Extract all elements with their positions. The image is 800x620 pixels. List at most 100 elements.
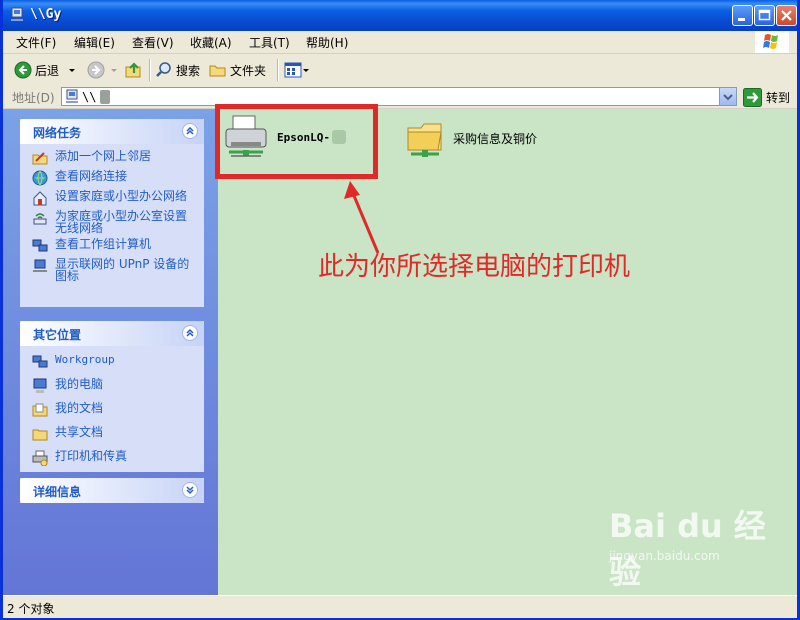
- maximize-icon: [758, 9, 771, 21]
- standard-toolbar: 后退 搜索 文件夹: [3, 54, 797, 87]
- back-dropdown-icon[interactable]: [67, 65, 77, 75]
- expand-button[interactable]: [182, 482, 198, 498]
- address-dropdown-button[interactable]: [719, 88, 736, 105]
- double-chevron-up-icon: [186, 126, 194, 135]
- wireless-network-icon: [33, 213, 47, 225]
- details-header[interactable]: 详细信息: [20, 478, 204, 503]
- forward-dropdown-icon[interactable]: [109, 65, 119, 75]
- shared-documents-icon: [32, 429, 48, 441]
- shared-folder-item[interactable]: 采购信息及铜价: [405, 114, 537, 162]
- title-bar[interactable]: \\Gy: [3, 0, 797, 31]
- menu-file[interactable]: 文件(F): [16, 34, 56, 51]
- highlight-box: [215, 104, 378, 179]
- redacted-mark: [100, 90, 110, 104]
- search-button[interactable]: 搜索: [155, 59, 200, 81]
- collapse-button[interactable]: [182, 123, 198, 139]
- task-pane: 网络任务 添加一个网上邻居 查看网络连接 设置家庭或小型办公网络 为家庭或小型办…: [3, 109, 218, 595]
- menu-favorites[interactable]: 收藏(A): [190, 34, 232, 51]
- double-chevron-down-icon: [186, 486, 194, 495]
- address-input[interactable]: \\: [61, 87, 737, 106]
- place-shared-documents[interactable]: 共享文档: [32, 426, 196, 442]
- workgroup-computers-icon: [32, 239, 48, 252]
- close-icon: [781, 10, 792, 21]
- address-label: 地址(D): [12, 91, 55, 105]
- place-label: 共享文档: [55, 425, 104, 439]
- place-label: Workgroup: [55, 353, 115, 366]
- folders-button[interactable]: 文件夹: [209, 59, 266, 81]
- details-title: 详细信息: [33, 485, 82, 499]
- place-my-computer[interactable]: 我的电脑: [32, 378, 196, 394]
- task-wireless-network[interactable]: 为家庭或小型办公室设置无线网络: [32, 210, 196, 234]
- close-button[interactable]: [776, 5, 797, 26]
- forward-arrow-icon: [87, 61, 105, 79]
- content-area: 网络任务 添加一个网上邻居 查看网络连接 设置家庭或小型办公网络 为家庭或小型办…: [3, 104, 797, 595]
- folder-icon: [209, 65, 226, 77]
- other-places-header[interactable]: 其它位置: [20, 321, 204, 346]
- place-printers-faxes[interactable]: 打印机和传真: [32, 450, 196, 466]
- go-label: 转到: [766, 90, 791, 105]
- up-folder-button[interactable]: [125, 59, 143, 81]
- views-dropdown-icon: [303, 69, 309, 72]
- go-arrow-icon: [743, 87, 762, 107]
- maximize-button[interactable]: [754, 5, 775, 26]
- back-button[interactable]: 后退: [14, 59, 77, 81]
- task-label: 查看工作组计算机: [55, 237, 152, 251]
- place-label: 打印机和传真: [55, 449, 128, 463]
- network-tasks-panel: 网络任务 添加一个网上邻居 查看网络连接 设置家庭或小型办公网络 为家庭或小型办…: [20, 119, 204, 307]
- status-text: 2 个对象: [7, 602, 55, 616]
- menu-view[interactable]: 查看(V): [132, 34, 174, 51]
- task-label: 显示联网的 UPnP 设备的图标: [55, 257, 190, 283]
- collapse-button[interactable]: [182, 325, 198, 341]
- menu-tools[interactable]: 工具(T): [249, 34, 290, 51]
- workgroup-icon: [32, 355, 48, 368]
- watermark: Bai du 经验 jingyan.baidu.com: [609, 501, 789, 591]
- other-places-title: 其它位置: [33, 328, 82, 342]
- task-show-upnp-devices[interactable]: 显示联网的 UPnP 设备的图标: [32, 258, 196, 282]
- network-connections-icon: [32, 170, 48, 186]
- annotation-arrow: [344, 181, 380, 254]
- place-workgroup[interactable]: Workgroup: [32, 354, 196, 370]
- up-folder-icon: [125, 62, 141, 78]
- place-label: 我的电脑: [55, 377, 104, 391]
- explorer-window: \\Gy 文件(F) 编辑(E) 查看(V) 收藏(A) 工具(T) 帮助(H): [0, 0, 800, 620]
- file-list-pane: EpsonLQ- 采购信息及铜价 此为你所选择电脑的打印机 Bai du 经验 …: [215, 104, 797, 595]
- folders-label: 文件夹: [230, 63, 267, 78]
- network-drive-icon: [11, 7, 23, 21]
- task-label: 设置家庭或小型办公网络: [55, 189, 188, 203]
- double-chevron-up-icon: [186, 328, 194, 337]
- window-title: \\Gy: [30, 7, 62, 22]
- minimize-button[interactable]: [732, 5, 753, 26]
- status-bar: 2 个对象: [3, 595, 797, 618]
- task-add-network-place[interactable]: 添加一个网上邻居: [32, 150, 196, 166]
- forward-button[interactable]: [87, 59, 119, 81]
- menu-edit[interactable]: 编辑(E): [74, 34, 115, 51]
- menu-help[interactable]: 帮助(H): [306, 34, 348, 51]
- search-label: 搜索: [176, 63, 201, 78]
- watermark-url: jingyan.baidu.com: [609, 549, 720, 563]
- my-computer-icon: [33, 378, 47, 393]
- home-network-setup-icon: [33, 191, 47, 206]
- shared-folder-label: 采购信息及铜价: [453, 131, 538, 146]
- windows-logo-icon: [755, 31, 789, 53]
- task-label: 为家庭或小型办公室设置无线网络: [55, 209, 188, 235]
- back-label: 后退: [35, 63, 60, 78]
- task-view-workgroup-computers[interactable]: 查看工作组计算机: [32, 238, 196, 254]
- annotation-text: 此为你所选择电脑的打印机: [318, 252, 631, 282]
- other-places-panel: 其它位置 Workgroup 我的电脑 我的文档 共享文档 打印机和传真: [20, 321, 204, 472]
- printers-faxes-icon: [32, 450, 48, 466]
- watermark-brand: Bai du 经验: [609, 507, 766, 591]
- address-value: \\: [82, 90, 97, 104]
- chevron-down-icon: [723, 94, 733, 101]
- details-panel: 详细信息: [20, 478, 204, 503]
- network-tasks-header[interactable]: 网络任务: [20, 119, 204, 144]
- views-button[interactable]: [284, 59, 310, 81]
- network-tasks-title: 网络任务: [33, 126, 82, 140]
- go-button[interactable]: 转到: [743, 87, 790, 107]
- task-home-network-setup[interactable]: 设置家庭或小型办公网络: [32, 190, 196, 206]
- task-label: 查看网络连接: [55, 169, 128, 183]
- toolbar-separator: [149, 59, 151, 81]
- place-label: 我的文档: [55, 401, 104, 415]
- task-view-network-connections[interactable]: 查看网络连接: [32, 170, 196, 186]
- place-my-documents[interactable]: 我的文档: [32, 402, 196, 418]
- my-documents-icon: [32, 403, 48, 417]
